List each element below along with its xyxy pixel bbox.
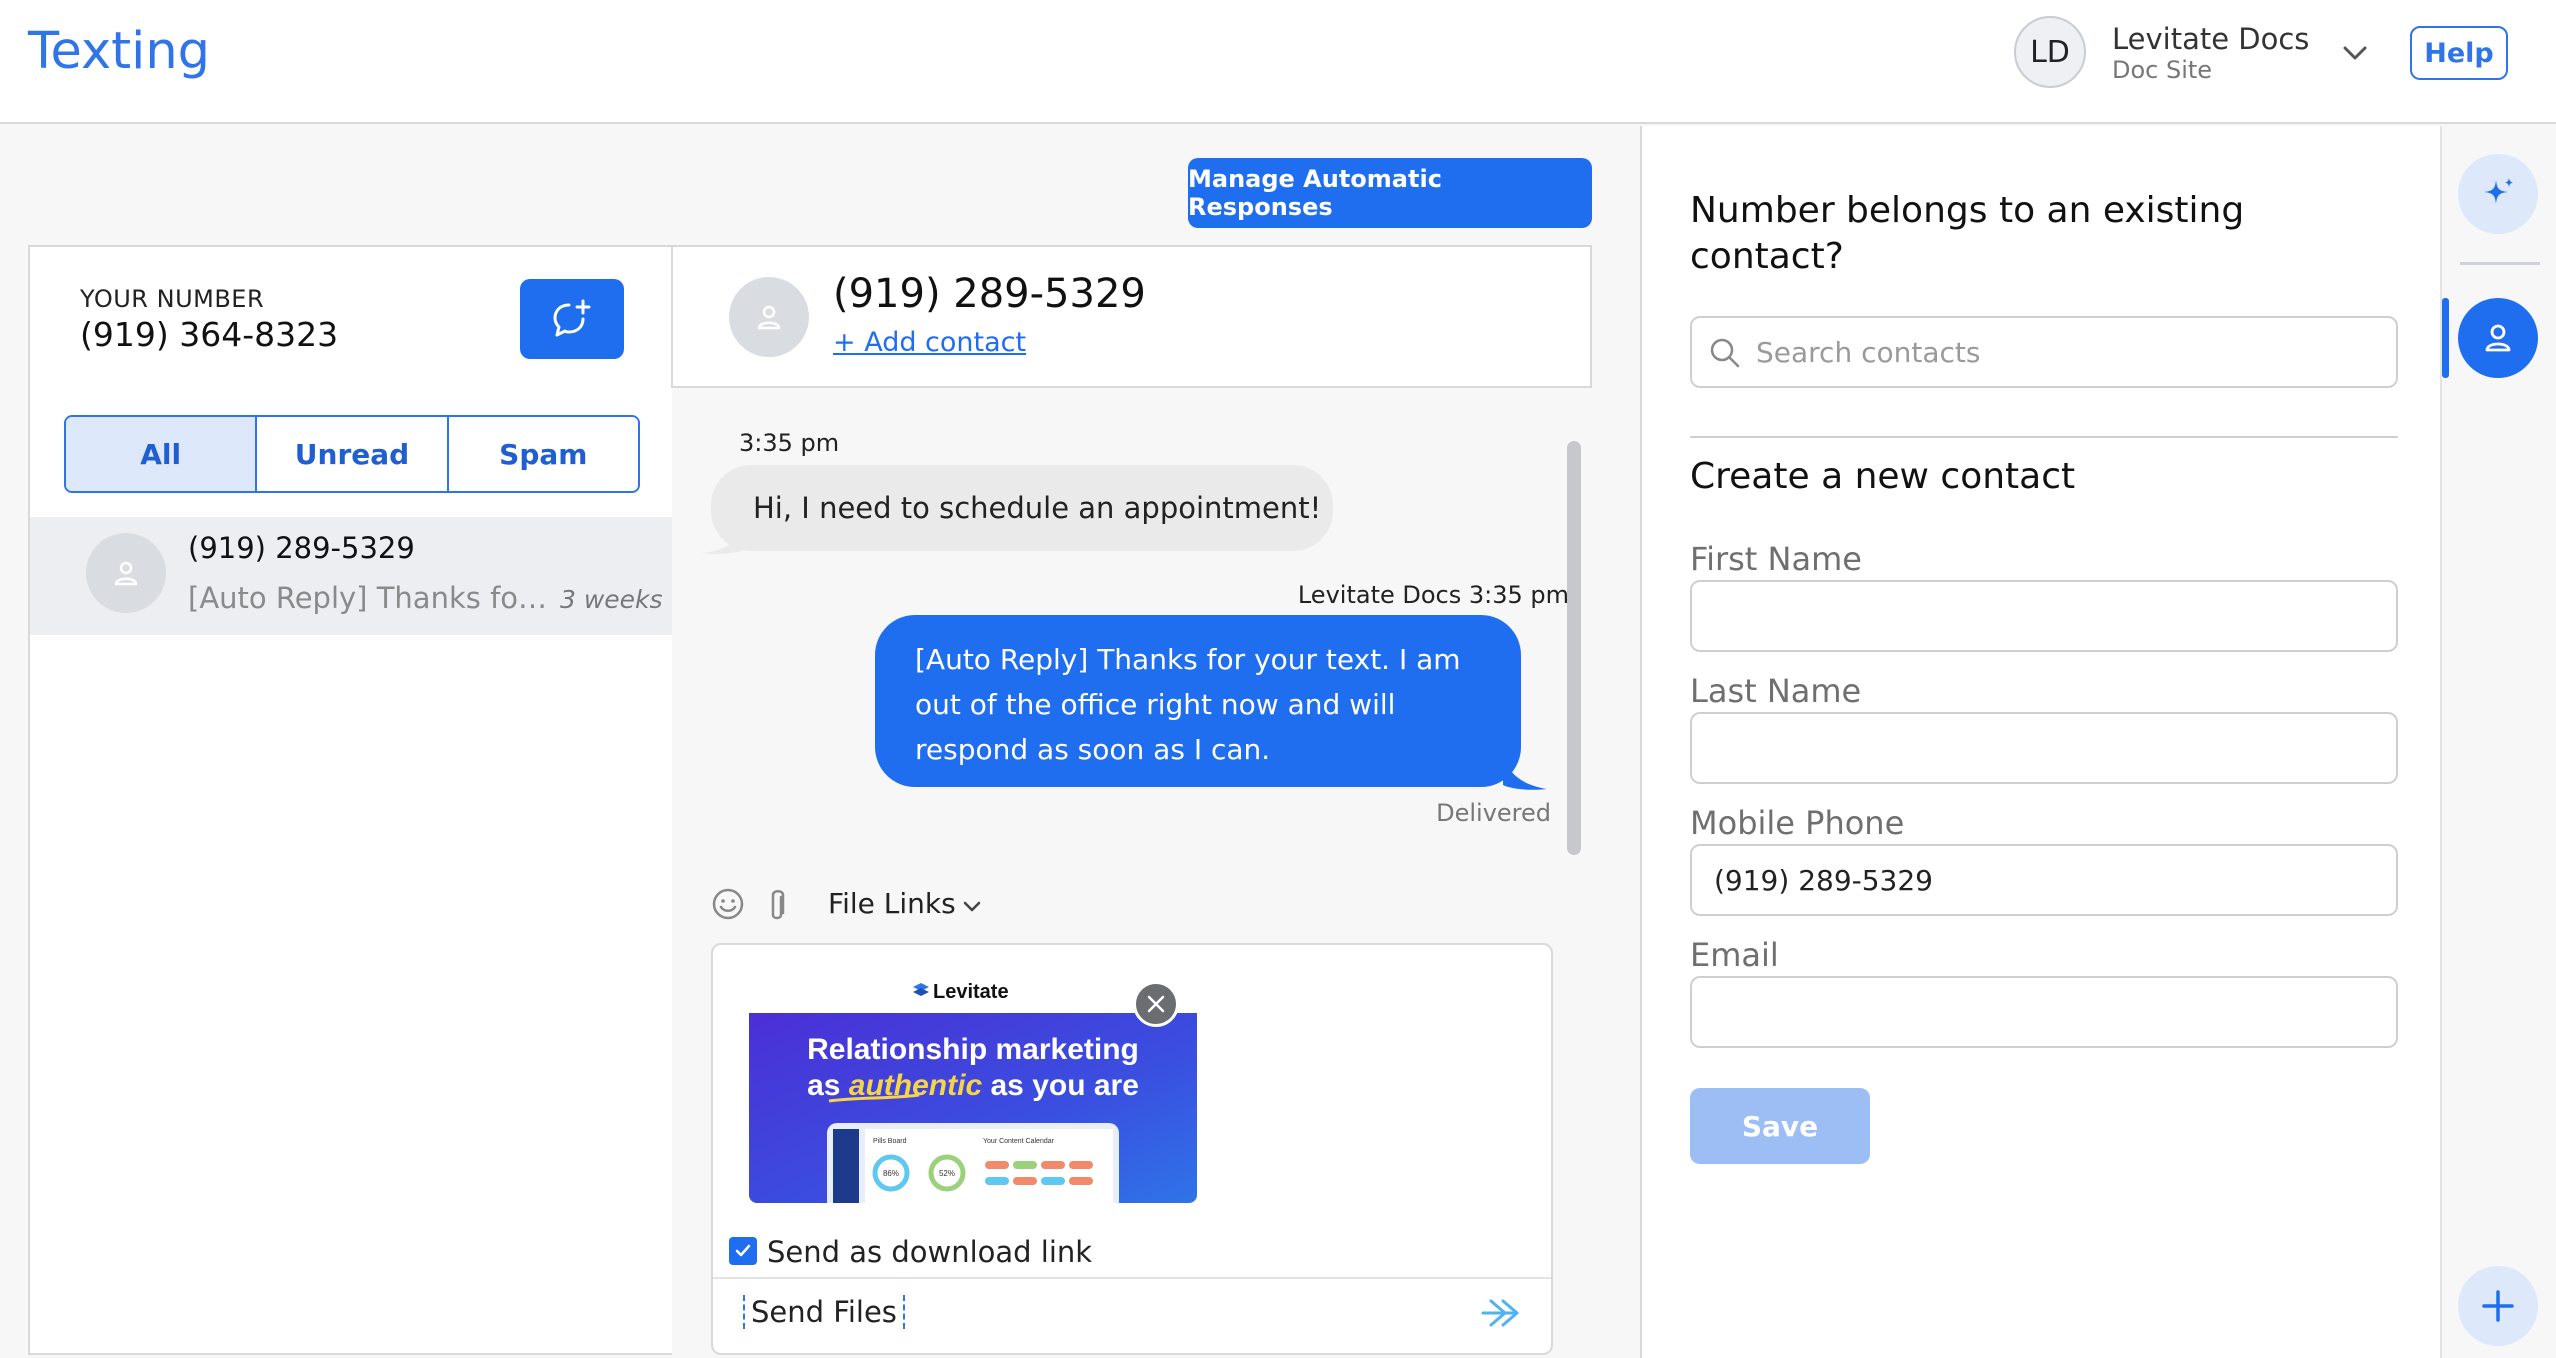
levitate-logo-text: Levitate: [933, 981, 1009, 1003]
thread-contact-number: (919) 289-5329: [833, 271, 1146, 317]
plus-icon: [2482, 1290, 2514, 1322]
rail-divider: [2460, 262, 2540, 265]
ai-assistant-button[interactable]: [2458, 154, 2538, 234]
user-name[interactable]: Levitate Docs: [2112, 22, 2309, 56]
search-contacts-input[interactable]: [1756, 318, 2376, 386]
chevron-down-icon[interactable]: [961, 895, 983, 917]
delivery-status: Delivered: [1436, 799, 1551, 827]
save-contact-button[interactable]: Save: [1690, 1088, 1870, 1164]
checkmark-icon: [735, 1244, 751, 1257]
message-thread-panel: (919) 289-5329 + Add contact 3:35 pm Hi,…: [671, 245, 1592, 1355]
filter-all-tab[interactable]: All: [66, 417, 258, 491]
paperclip-icon[interactable]: [763, 887, 791, 925]
your-number: (919) 364-8323: [80, 315, 339, 354]
conversation-number: (919) 289-5329: [188, 531, 415, 565]
contact-avatar: [729, 277, 809, 357]
help-button[interactable]: Help: [2410, 26, 2508, 80]
file-links-dropdown[interactable]: File Links: [828, 887, 956, 920]
message-input[interactable]: Send Files: [743, 1295, 905, 1329]
person-icon: [2485, 324, 2511, 352]
filter-unread-tab[interactable]: Unread: [257, 417, 449, 491]
active-indicator: [2442, 298, 2449, 378]
side-rail: [2440, 126, 2556, 1358]
contact-panel-button[interactable]: [2458, 298, 2538, 378]
send-as-download-link-label[interactable]: Send as download link: [767, 1235, 1092, 1269]
svg-text:86%: 86%: [883, 1169, 899, 1178]
thread-scrollbar[interactable]: [1567, 441, 1581, 855]
user-site: Doc Site: [2112, 56, 2213, 84]
new-conversation-button[interactable]: [520, 279, 624, 359]
outgoing-message-bubble: [Auto Reply] Thanks for your text. I am …: [875, 615, 1521, 787]
send-as-download-link-checkbox[interactable]: [729, 1237, 757, 1265]
emoji-icon[interactable]: [711, 887, 745, 921]
attachment-preview-image: Levitate Relationship marketing as authe…: [749, 975, 1197, 1203]
incoming-message-bubble: Hi, I need to schedule an appointment!: [711, 465, 1333, 551]
mobile-phone-field[interactable]: [1690, 844, 2398, 916]
svg-text:as authentic as you are: as authentic as you are: [807, 1069, 1139, 1102]
close-icon: [1147, 995, 1165, 1013]
message-composer: Levitate Relationship marketing as authe…: [711, 943, 1553, 1355]
svg-text:52%: 52%: [939, 1169, 955, 1178]
thread-header: (919) 289-5329 + Add contact: [671, 245, 1592, 388]
last-name-label: Last Name: [1690, 672, 1862, 710]
contact-avatar: [86, 533, 166, 613]
existing-contact-question: Number belongs to an existing contact?: [1690, 190, 2245, 277]
your-number-label: YOUR NUMBER: [80, 285, 265, 313]
remove-attachment-button[interactable]: [1133, 981, 1179, 1027]
add-button[interactable]: [2458, 1266, 2538, 1346]
person-icon: [757, 305, 781, 330]
last-name-field[interactable]: [1690, 712, 2398, 784]
create-contact-title: Create a new contact: [1690, 456, 2076, 497]
email-label: Email: [1690, 936, 1779, 974]
page-title: Texting: [28, 22, 211, 81]
add-contact-link[interactable]: + Add contact: [833, 327, 1026, 358]
conversation-filter-tabs: All Unread Spam: [64, 415, 640, 493]
composer-divider: [713, 1277, 1551, 1279]
incoming-message-time: 3:35 pm: [739, 429, 840, 457]
user-avatar[interactable]: LD: [2014, 16, 2086, 88]
first-name-label: First Name: [1690, 540, 1862, 578]
section-divider: [1690, 436, 2398, 438]
conversation-list-item[interactable]: (919) 289-5329 [Auto Reply] Thanks for y…: [30, 517, 672, 635]
contact-panel: Number belongs to an existing contact? C…: [1640, 126, 2440, 1358]
conversation-time: 3 weeks: [560, 585, 663, 614]
app-header: Texting LD Levitate Docs Doc Site Help: [0, 0, 2556, 124]
first-name-field[interactable]: [1690, 580, 2398, 652]
manage-automatic-responses-button[interactable]: Manage Automatic Responses: [1188, 158, 1592, 228]
outgoing-message-sender: Levitate Docs 3:35 pm: [1297, 581, 1569, 609]
send-icon[interactable]: [1479, 1295, 1523, 1331]
mobile-phone-label: Mobile Phone: [1690, 804, 1905, 842]
new-message-icon: [553, 299, 591, 337]
sparkle-icon: [2484, 178, 2513, 204]
svg-text:Your Content Calendar: Your Content Calendar: [983, 1138, 1055, 1145]
conversation-list-panel: YOUR NUMBER (919) 364-8323 All Unread Sp…: [28, 245, 672, 1355]
chevron-down-icon[interactable]: [2340, 38, 2370, 68]
preview-headline: Relationship marketing: [807, 1033, 1139, 1066]
person-icon: [114, 561, 138, 586]
search-contacts-box[interactable]: [1690, 316, 2398, 388]
email-field[interactable]: [1690, 976, 2398, 1048]
svg-text:Pills Board: Pills Board: [873, 1138, 907, 1145]
conversation-preview: [Auto Reply] Thanks for your text. I am …: [188, 581, 558, 615]
filter-spam-tab[interactable]: Spam: [448, 417, 638, 491]
search-icon: [1710, 338, 1740, 368]
